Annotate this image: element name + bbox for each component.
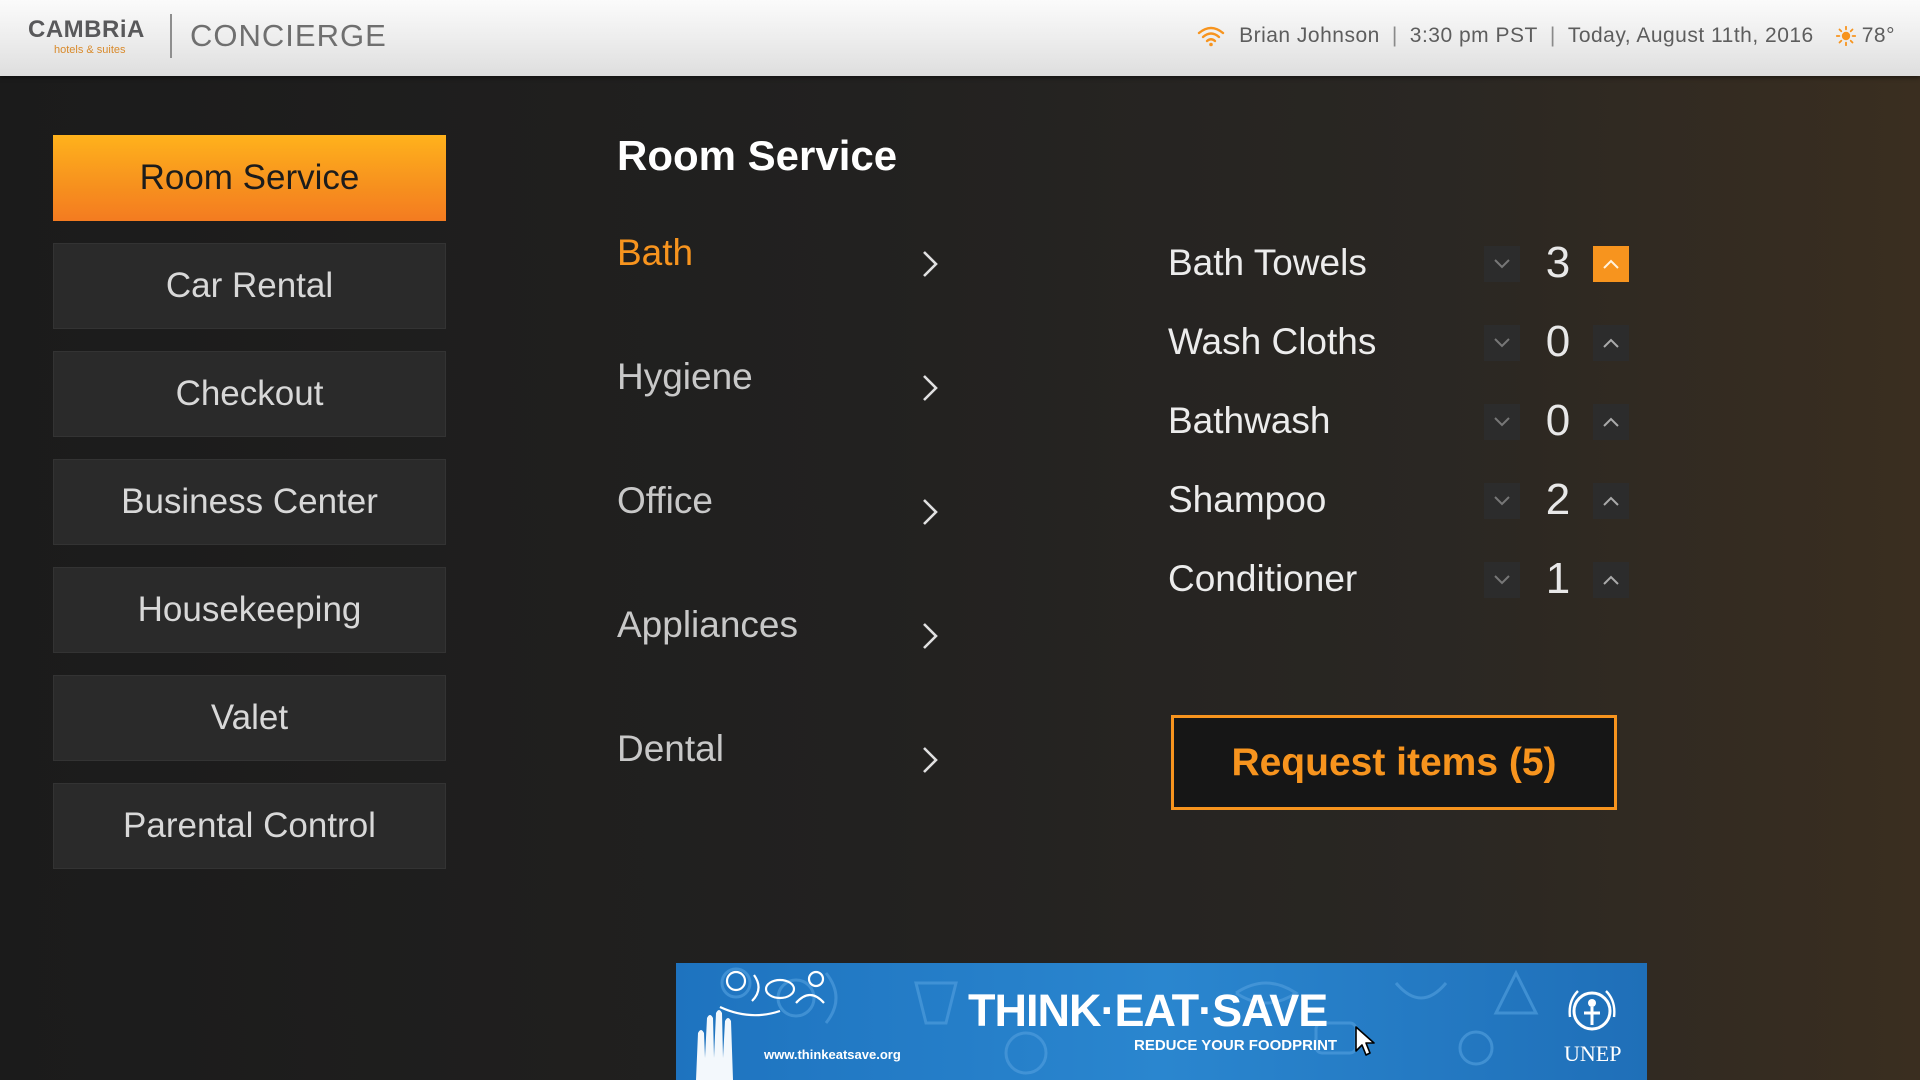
menu-item-car-rental[interactable]: Car Rental bbox=[53, 243, 446, 329]
item-name: Wash Cloths bbox=[1168, 321, 1377, 362]
item-list: Bath Towels 3 Wash Cloths 0 Bathwash 0 S… bbox=[1168, 238, 1638, 633]
chevron-up-icon bbox=[1603, 259, 1619, 269]
item-row-shampoo: Shampoo 2 bbox=[1168, 475, 1638, 554]
menu-item-business-center[interactable]: Business Center bbox=[53, 459, 446, 545]
decrease-button[interactable] bbox=[1484, 404, 1520, 440]
category-label: Bath bbox=[617, 232, 694, 273]
increase-button[interactable] bbox=[1593, 483, 1629, 519]
increase-button[interactable] bbox=[1593, 404, 1629, 440]
menu-item-label: Housekeeping bbox=[137, 590, 362, 629]
item-row-bath-towels: Bath Towels 3 bbox=[1168, 238, 1638, 317]
decrease-button[interactable] bbox=[1484, 562, 1520, 598]
chevron-down-icon bbox=[1494, 496, 1510, 506]
menu-item-parental-control[interactable]: Parental Control bbox=[53, 783, 446, 869]
logo-wordmark: CAMBRiA bbox=[28, 16, 145, 43]
banner-org: UNEP bbox=[1564, 1041, 1622, 1066]
item-quantity: 0 bbox=[1545, 396, 1571, 445]
category-dental[interactable]: Dental bbox=[617, 728, 947, 852]
increase-button[interactable] bbox=[1593, 246, 1629, 282]
item-row-wash-cloths: Wash Cloths 0 bbox=[1168, 317, 1638, 396]
mouse-cursor-icon bbox=[1355, 1026, 1375, 1056]
chevron-down-icon bbox=[1494, 259, 1510, 269]
item-row-bathwash: Bathwash 0 bbox=[1168, 396, 1638, 475]
banner-subline: REDUCE YOUR FOODPRINT bbox=[1134, 1037, 1338, 1054]
category-label: Appliances bbox=[617, 604, 799, 645]
category-hygiene[interactable]: Hygiene bbox=[617, 356, 947, 480]
sun-icon bbox=[1835, 26, 1856, 46]
chevron-down-icon bbox=[1494, 575, 1510, 585]
category-office[interactable]: Office bbox=[617, 480, 947, 604]
temperature: 78° bbox=[1861, 24, 1895, 47]
menu-item-label: Business Center bbox=[121, 482, 378, 521]
item-quantity: 0 bbox=[1545, 317, 1571, 366]
section-title: Room Service bbox=[617, 132, 898, 179]
increase-button[interactable] bbox=[1593, 562, 1629, 598]
category-list: Bath Hygiene Office Appliances Dental bbox=[617, 232, 947, 852]
decrease-button[interactable] bbox=[1484, 483, 1520, 519]
chevron-up-icon bbox=[1603, 575, 1619, 585]
unep-emblem-icon bbox=[1568, 990, 1616, 1031]
chevron-right-icon bbox=[923, 499, 938, 525]
chevron-right-icon bbox=[923, 623, 938, 649]
status-bar: Brian Johnson | 3:30 pm PST | Today, Aug… bbox=[1197, 24, 1895, 48]
logo-tagline: hotels & suites bbox=[54, 44, 126, 56]
ad-banner[interactable]: THINK·EAT·SAVE REDUCE YOUR FOODPRINT www… bbox=[676, 963, 1647, 1080]
item-quantity: 2 bbox=[1545, 475, 1571, 524]
item-row-conditioner: Conditioner 1 bbox=[1168, 554, 1638, 633]
item-quantity: 3 bbox=[1545, 238, 1571, 287]
item-name: Conditioner bbox=[1168, 558, 1358, 599]
chevron-up-icon bbox=[1603, 496, 1619, 506]
user-name: Brian Johnson bbox=[1239, 24, 1380, 47]
menu-item-label: Room Service bbox=[139, 158, 360, 197]
chevron-right-icon bbox=[923, 747, 938, 773]
request-items-button[interactable]: Request items (5) bbox=[1171, 715, 1617, 810]
item-quantity: 1 bbox=[1545, 554, 1571, 603]
cambria-logo: CAMBRiA hotels & suites bbox=[28, 16, 152, 60]
current-date: Today, August 11th, 2016 bbox=[1567, 24, 1814, 47]
wifi-icon bbox=[1197, 26, 1225, 47]
menu-item-valet[interactable]: Valet bbox=[53, 675, 446, 761]
app-title: CONCIERGE bbox=[190, 18, 387, 53]
request-button-label: Request items (5) bbox=[1231, 740, 1557, 784]
service-menu: Room Service Car Rental Checkout Busines… bbox=[53, 135, 446, 891]
menu-item-checkout[interactable]: Checkout bbox=[53, 351, 446, 437]
increase-button[interactable] bbox=[1593, 325, 1629, 361]
header-divider bbox=[170, 14, 172, 58]
decrease-button[interactable] bbox=[1484, 325, 1520, 361]
menu-item-room-service[interactable]: Room Service bbox=[53, 135, 446, 221]
status-separator: | bbox=[1549, 24, 1556, 47]
chevron-right-icon bbox=[923, 251, 938, 277]
menu-item-housekeeping[interactable]: Housekeeping bbox=[53, 567, 446, 653]
concierge-app: CAMBRiA hotels & suites CONCIERGE Brian … bbox=[0, 0, 1920, 1080]
chevron-down-icon bbox=[1494, 338, 1510, 348]
status-separator: | bbox=[1391, 24, 1398, 47]
menu-item-label: Car Rental bbox=[165, 266, 334, 305]
item-name: Bath Towels bbox=[1168, 242, 1367, 283]
item-name: Shampoo bbox=[1168, 479, 1327, 520]
chevron-right-icon bbox=[923, 375, 938, 401]
decrease-button[interactable] bbox=[1484, 246, 1520, 282]
banner-headline: THINK·EAT·SAVE bbox=[968, 985, 1328, 1036]
menu-item-label: Parental Control bbox=[123, 806, 376, 845]
chevron-up-icon bbox=[1603, 338, 1619, 348]
chevron-down-icon bbox=[1494, 417, 1510, 427]
current-time: 3:30 pm PST bbox=[1409, 24, 1538, 47]
category-label: Dental bbox=[617, 728, 724, 769]
menu-item-label: Checkout bbox=[175, 374, 324, 413]
menu-item-label: Valet bbox=[210, 698, 289, 737]
top-header: CAMBRiA hotels & suites CONCIERGE Brian … bbox=[0, 0, 1920, 76]
category-label: Hygiene bbox=[617, 356, 753, 397]
category-label: Office bbox=[617, 480, 713, 521]
chevron-up-icon bbox=[1603, 417, 1619, 427]
category-bath[interactable]: Bath bbox=[617, 232, 947, 356]
category-appliances[interactable]: Appliances bbox=[617, 604, 947, 728]
banner-url: www.thinkeatsave.org bbox=[764, 1047, 901, 1062]
item-name: Bathwash bbox=[1168, 400, 1331, 441]
